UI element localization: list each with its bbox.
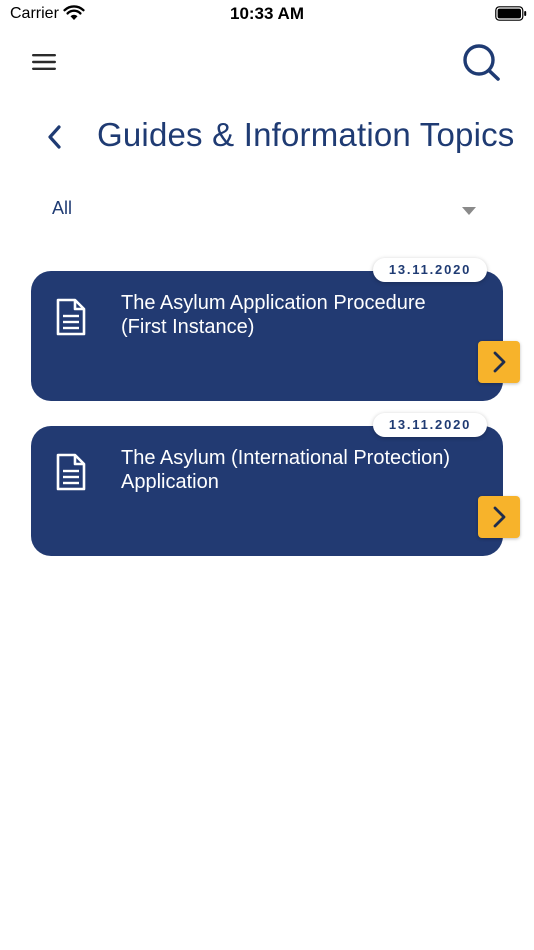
date-badge: 13.11.2020 (373, 258, 487, 282)
guide-card-title: The Asylum (International Protection) Ap… (121, 447, 451, 493)
chevron-left-icon[interactable] (42, 120, 68, 154)
app-screen: Carrier 10:33 AM Guides & Information To… (0, 0, 534, 950)
document-icon (56, 453, 86, 491)
page-title: Guides & Information Topics (97, 116, 515, 153)
filter-selected-value: All (52, 198, 73, 218)
topic-filter-select[interactable]: All (52, 192, 482, 226)
hamburger-menu-icon[interactable] (30, 50, 58, 74)
open-guide-button[interactable] (478, 341, 520, 383)
search-icon[interactable] (460, 42, 502, 82)
guide-card[interactable]: The Asylum Application Procedure (First … (31, 271, 503, 401)
status-time: 10:33 AM (229, 4, 304, 23)
guide-card[interactable]: The Asylum (International Protection) Ap… (31, 426, 503, 556)
status-bar: Carrier 10:33 AM (0, 0, 534, 28)
caret-down-icon (462, 207, 476, 215)
chevron-right-icon (493, 506, 506, 528)
date-badge: 13.11.2020 (373, 413, 487, 437)
battery-icon (495, 6, 527, 21)
guide-card-title: The Asylum Application Procedure (First … (121, 292, 426, 338)
open-guide-button[interactable] (478, 496, 520, 538)
document-icon (56, 298, 86, 336)
chevron-right-icon (493, 351, 506, 373)
